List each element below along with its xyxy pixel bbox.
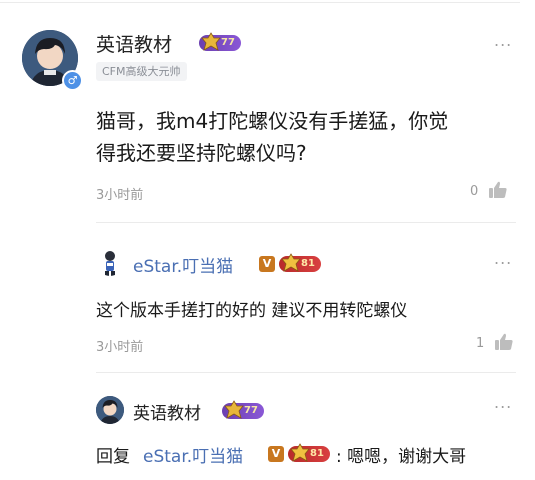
reply-prefix: 回复 (96, 447, 130, 467)
reply-username[interactable]: 英语教材 (133, 399, 201, 424)
reply-text: 这个版本手搓打的好的 建议不用转陀螺仪 (96, 301, 408, 321)
reply-username[interactable]: eStar.叮当猫 (133, 252, 233, 277)
more-options-icon[interactable]: ... (494, 395, 512, 411)
timestamp: 3小时前 (96, 188, 144, 203)
vip-badge: V (268, 446, 284, 462)
username[interactable]: 英语教材 (96, 30, 172, 57)
reply-text: : 嗯嗯，谢谢大哥 (336, 447, 467, 467)
like-count: 0 (470, 184, 479, 199)
thumbs-up-icon[interactable] (488, 180, 508, 200)
level-badge: 77 (199, 32, 241, 51)
emblem-icon (224, 400, 244, 419)
timestamp: 3小时前 (96, 340, 144, 355)
reply-divider (96, 222, 516, 223)
comment-thread: ♂ 英语教材 77 CFM高级大元帅 ... 猫哥，我m4打陀螺仪没有手搓猛，你… (0, 0, 535, 480)
vip-badge: V (259, 256, 275, 272)
user-title-tag: CFM高级大元帅 (96, 62, 187, 81)
reply-avatar[interactable] (96, 248, 124, 276)
level-badge: 81 (279, 253, 321, 272)
male-icon: ♂ (62, 70, 83, 91)
more-options-icon[interactable]: ... (494, 33, 512, 49)
thumbs-up-icon[interactable] (494, 332, 514, 352)
emblem-icon (281, 253, 301, 272)
level-badge: 81 (288, 443, 330, 462)
reply-avatar[interactable] (96, 396, 124, 424)
reply-divider (96, 372, 516, 373)
like-count: 1 (476, 336, 485, 351)
comment-text-line-2: 得我还要坚持陀螺仪吗? (96, 141, 307, 165)
comment-text-line-1: 猫哥，我m4打陀螺仪没有手搓猛，你觉 (96, 109, 449, 133)
more-options-icon[interactable]: ... (494, 251, 512, 267)
emblem-icon (290, 443, 310, 462)
top-divider (0, 2, 520, 3)
emblem-icon (201, 32, 221, 51)
reply-target-username[interactable]: eStar.叮当猫 (143, 442, 243, 467)
level-badge: 77 (222, 400, 264, 419)
